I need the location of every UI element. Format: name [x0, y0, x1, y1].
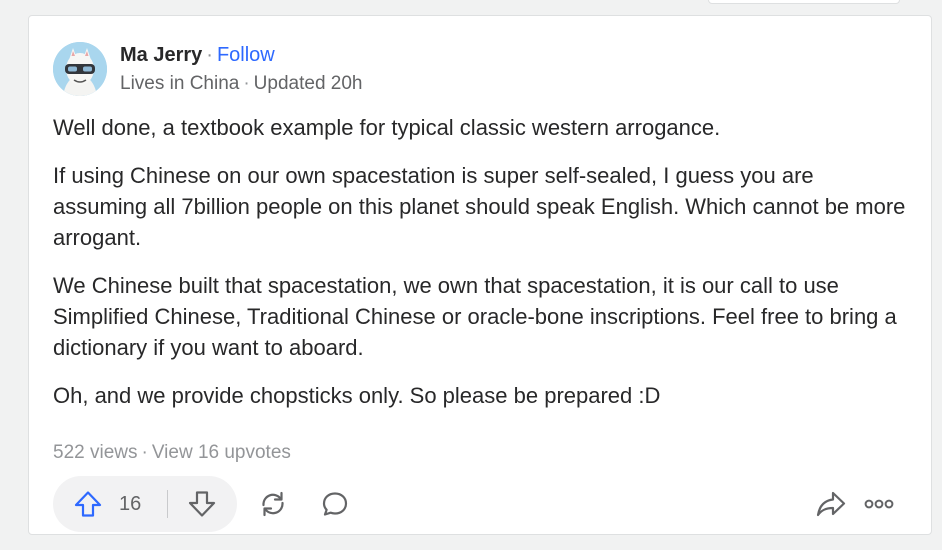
upvote-icon	[73, 489, 103, 519]
comment-icon	[319, 488, 351, 520]
answer-paragraph: Oh, and we provide chopsticks only. So p…	[53, 383, 661, 408]
answer-paragraph: We Chinese built that spacestation, we o…	[53, 273, 897, 360]
share-reshare-icon	[257, 488, 289, 520]
separator-dot: ·	[141, 442, 148, 463]
more-options-button[interactable]	[863, 488, 895, 520]
downvote-icon	[187, 489, 217, 519]
downvote-button[interactable]	[169, 476, 237, 532]
author-credential[interactable]: Lives in China	[120, 73, 239, 94]
comment-button[interactable]	[319, 488, 351, 520]
more-options-icon	[863, 488, 895, 520]
share-arrow-icon	[815, 488, 847, 520]
author-meta: Lives in China · Updated 20h	[120, 72, 363, 96]
separator-dot: ·	[206, 44, 213, 66]
follow-button[interactable]: Follow	[217, 44, 275, 66]
answer-card: Ma Jerry · Follow Lives in China · Updated 2…	[28, 15, 932, 535]
separator-dot: ·	[243, 73, 250, 94]
answer-body: Well done, a textbook example for typica…	[53, 112, 913, 428]
author-line: Ma Jerry · Follow	[120, 43, 275, 67]
author-name[interactable]: Ma Jerry	[120, 44, 202, 66]
upvote-button[interactable]: 16	[53, 476, 167, 532]
vote-divider	[167, 490, 168, 518]
vote-pill: 16	[53, 476, 237, 532]
share-button[interactable]	[815, 488, 847, 520]
answer-paragraph: Well done, a textbook example for typica…	[53, 115, 721, 140]
upvote-count: 16	[119, 493, 142, 515]
view-count: 522 views	[53, 442, 138, 463]
answer-paragraph: If using Chinese on our own spacestation…	[53, 163, 906, 250]
avatar[interactable]	[53, 42, 107, 96]
updated-timestamp[interactable]: Updated 20h	[254, 73, 363, 94]
previous-card-edge	[708, 0, 900, 4]
answer-stats: 522 views · View 16 upvotes	[53, 442, 291, 464]
reshare-button[interactable]	[257, 488, 289, 520]
view-upvotes-link[interactable]: View 16 upvotes	[152, 442, 291, 463]
